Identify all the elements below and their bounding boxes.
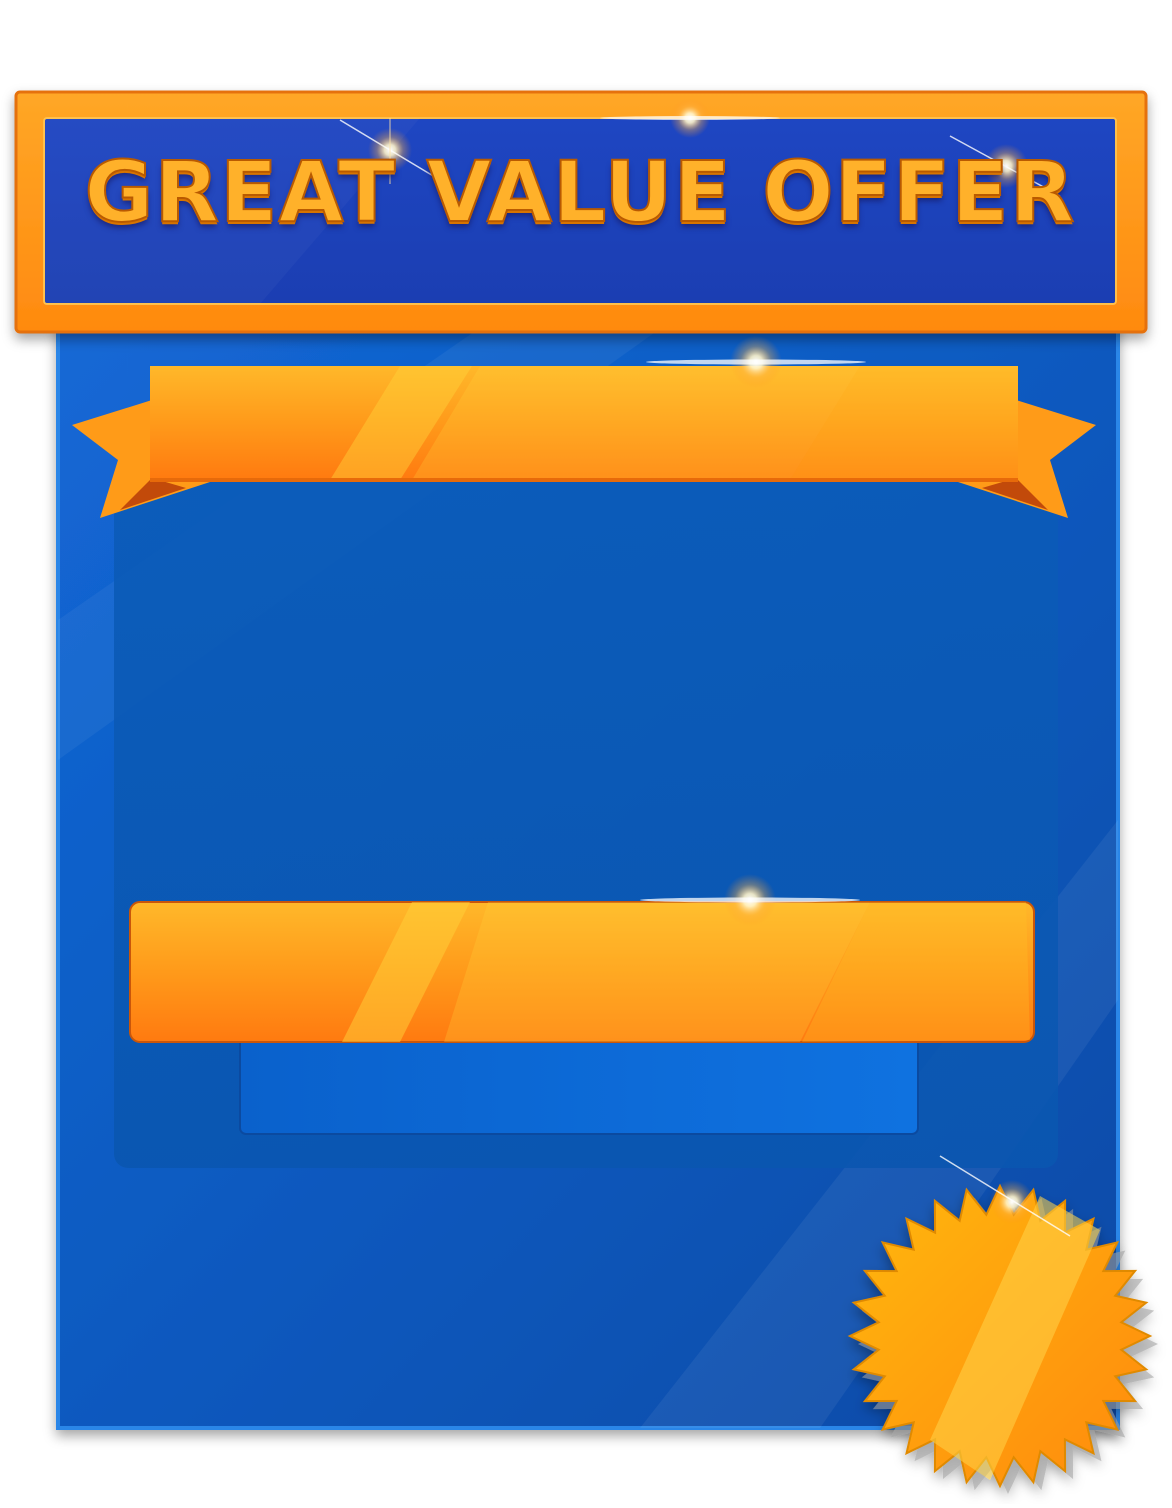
- lower-bar: [129, 901, 1035, 1135]
- offer-popup: GREAT VALUE OFFER: [0, 0, 1172, 1504]
- offer-title: GREAT VALUE OFFER: [84, 143, 1076, 241]
